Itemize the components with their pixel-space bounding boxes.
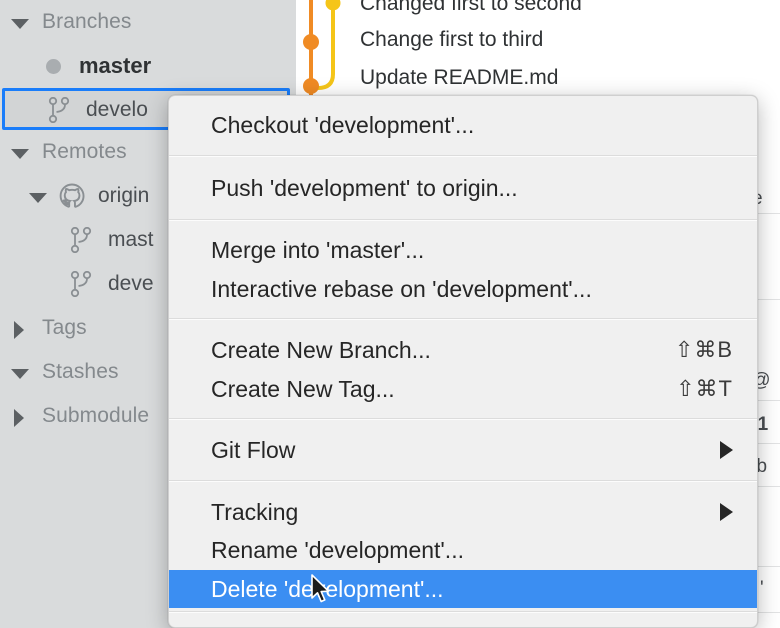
- commit-message[interactable]: Update README.md: [360, 66, 558, 90]
- menu-item-label: Tracking: [211, 498, 299, 525]
- commit-message[interactable]: Changed first to second: [360, 0, 582, 16]
- menu-item-label: Push 'development' to origin...: [211, 174, 518, 201]
- menu-item-tracking[interactable]: Tracking: [169, 493, 757, 531]
- menu-item-label: Create New Tag...: [211, 375, 395, 402]
- sidebar-item-label: origin: [98, 184, 150, 207]
- sourcetree-window: Branches master develo Remotes origin ma…: [0, 0, 780, 628]
- menu-separator: [169, 611, 757, 613]
- submenu-arrow-icon: [720, 503, 733, 521]
- row-divider: [758, 566, 780, 567]
- menu-item-label: Merge into 'master'...: [211, 236, 425, 263]
- sidebar-item-master[interactable]: master: [0, 44, 296, 88]
- disclosure-triangle-down-icon[interactable]: [8, 141, 30, 163]
- branch-icon: [70, 226, 92, 254]
- menu-item-rename[interactable]: Rename 'development'...: [169, 531, 757, 569]
- menu-item-label: Interactive rebase on 'development'...: [211, 275, 592, 302]
- menu-item-shortcut: ⇧⌘T: [676, 376, 733, 401]
- disclosure-triangle-right-icon[interactable]: [8, 317, 30, 339]
- sidebar-group-label: Remotes: [42, 140, 127, 163]
- menu-separator: [169, 155, 757, 157]
- sidebar-item-label: master: [79, 53, 152, 78]
- github-icon: [58, 182, 86, 210]
- menu-item-merge-into-master[interactable]: Merge into 'master'...: [169, 231, 757, 269]
- disclosure-triangle-down-icon[interactable]: [8, 361, 30, 383]
- sidebar-group-label: Tags: [42, 316, 87, 339]
- row-divider: [758, 299, 780, 300]
- sidebar-item-label: develo: [86, 98, 148, 121]
- menu-item-git-flow[interactable]: Git Flow: [169, 431, 757, 469]
- commit-graph: [296, 0, 356, 110]
- menu-item-create-new-branch[interactable]: Create New Branch... ⇧⌘B: [169, 331, 757, 369]
- menu-item-checkout[interactable]: Checkout 'development'...: [169, 106, 757, 144]
- row-divider: [758, 213, 780, 214]
- menu-item-label: Create New Branch...: [211, 336, 431, 363]
- current-branch-dot-icon: [46, 58, 61, 74]
- submenu-arrow-icon: [720, 441, 733, 459]
- menu-item-create-new-tag[interactable]: Create New Tag... ⇧⌘T: [169, 370, 757, 408]
- menu-item-label: Git Flow: [211, 436, 296, 463]
- row-divider: [758, 400, 780, 401]
- sidebar-group-branches[interactable]: Branches: [0, 0, 296, 44]
- menu-separator: [169, 418, 757, 420]
- row-divider: [758, 443, 780, 444]
- menu-item-interactive-rebase[interactable]: Interactive rebase on 'development'...: [169, 270, 757, 308]
- commit-message[interactable]: Change first to third: [360, 28, 543, 52]
- menu-item-label: Delete 'development'...: [211, 575, 444, 602]
- sidebar-group-label: Branches: [42, 10, 132, 33]
- sidebar-item-label: mast: [108, 228, 154, 251]
- sidebar-group-label: Submodule: [42, 404, 150, 427]
- disclosure-triangle-down-icon[interactable]: [8, 11, 30, 33]
- disclosure-triangle-down-icon[interactable]: [26, 185, 48, 207]
- menu-item-shortcut: ⇧⌘B: [674, 337, 733, 362]
- menu-separator: [169, 480, 757, 482]
- sidebar-group-label: Stashes: [42, 360, 119, 383]
- sidebar-item-label: deve: [108, 272, 154, 295]
- branch-icon: [48, 96, 70, 124]
- detail-text-fragment: ': [760, 578, 764, 599]
- menu-separator: [169, 318, 757, 320]
- branch-icon: [70, 270, 92, 298]
- row-divider: [758, 486, 780, 487]
- menu-item-push-to-origin[interactable]: Push 'development' to origin...: [169, 169, 757, 207]
- row-divider: [758, 612, 780, 613]
- menu-item-label: Rename 'development'...: [211, 536, 464, 563]
- branch-context-menu: Checkout 'development'... Push 'developm…: [168, 95, 758, 628]
- menu-item-delete[interactable]: Delete 'development'...: [169, 570, 757, 608]
- menu-item-label: Checkout 'development'...: [211, 111, 475, 138]
- disclosure-triangle-right-icon[interactable]: [8, 405, 30, 427]
- menu-separator: [169, 219, 757, 221]
